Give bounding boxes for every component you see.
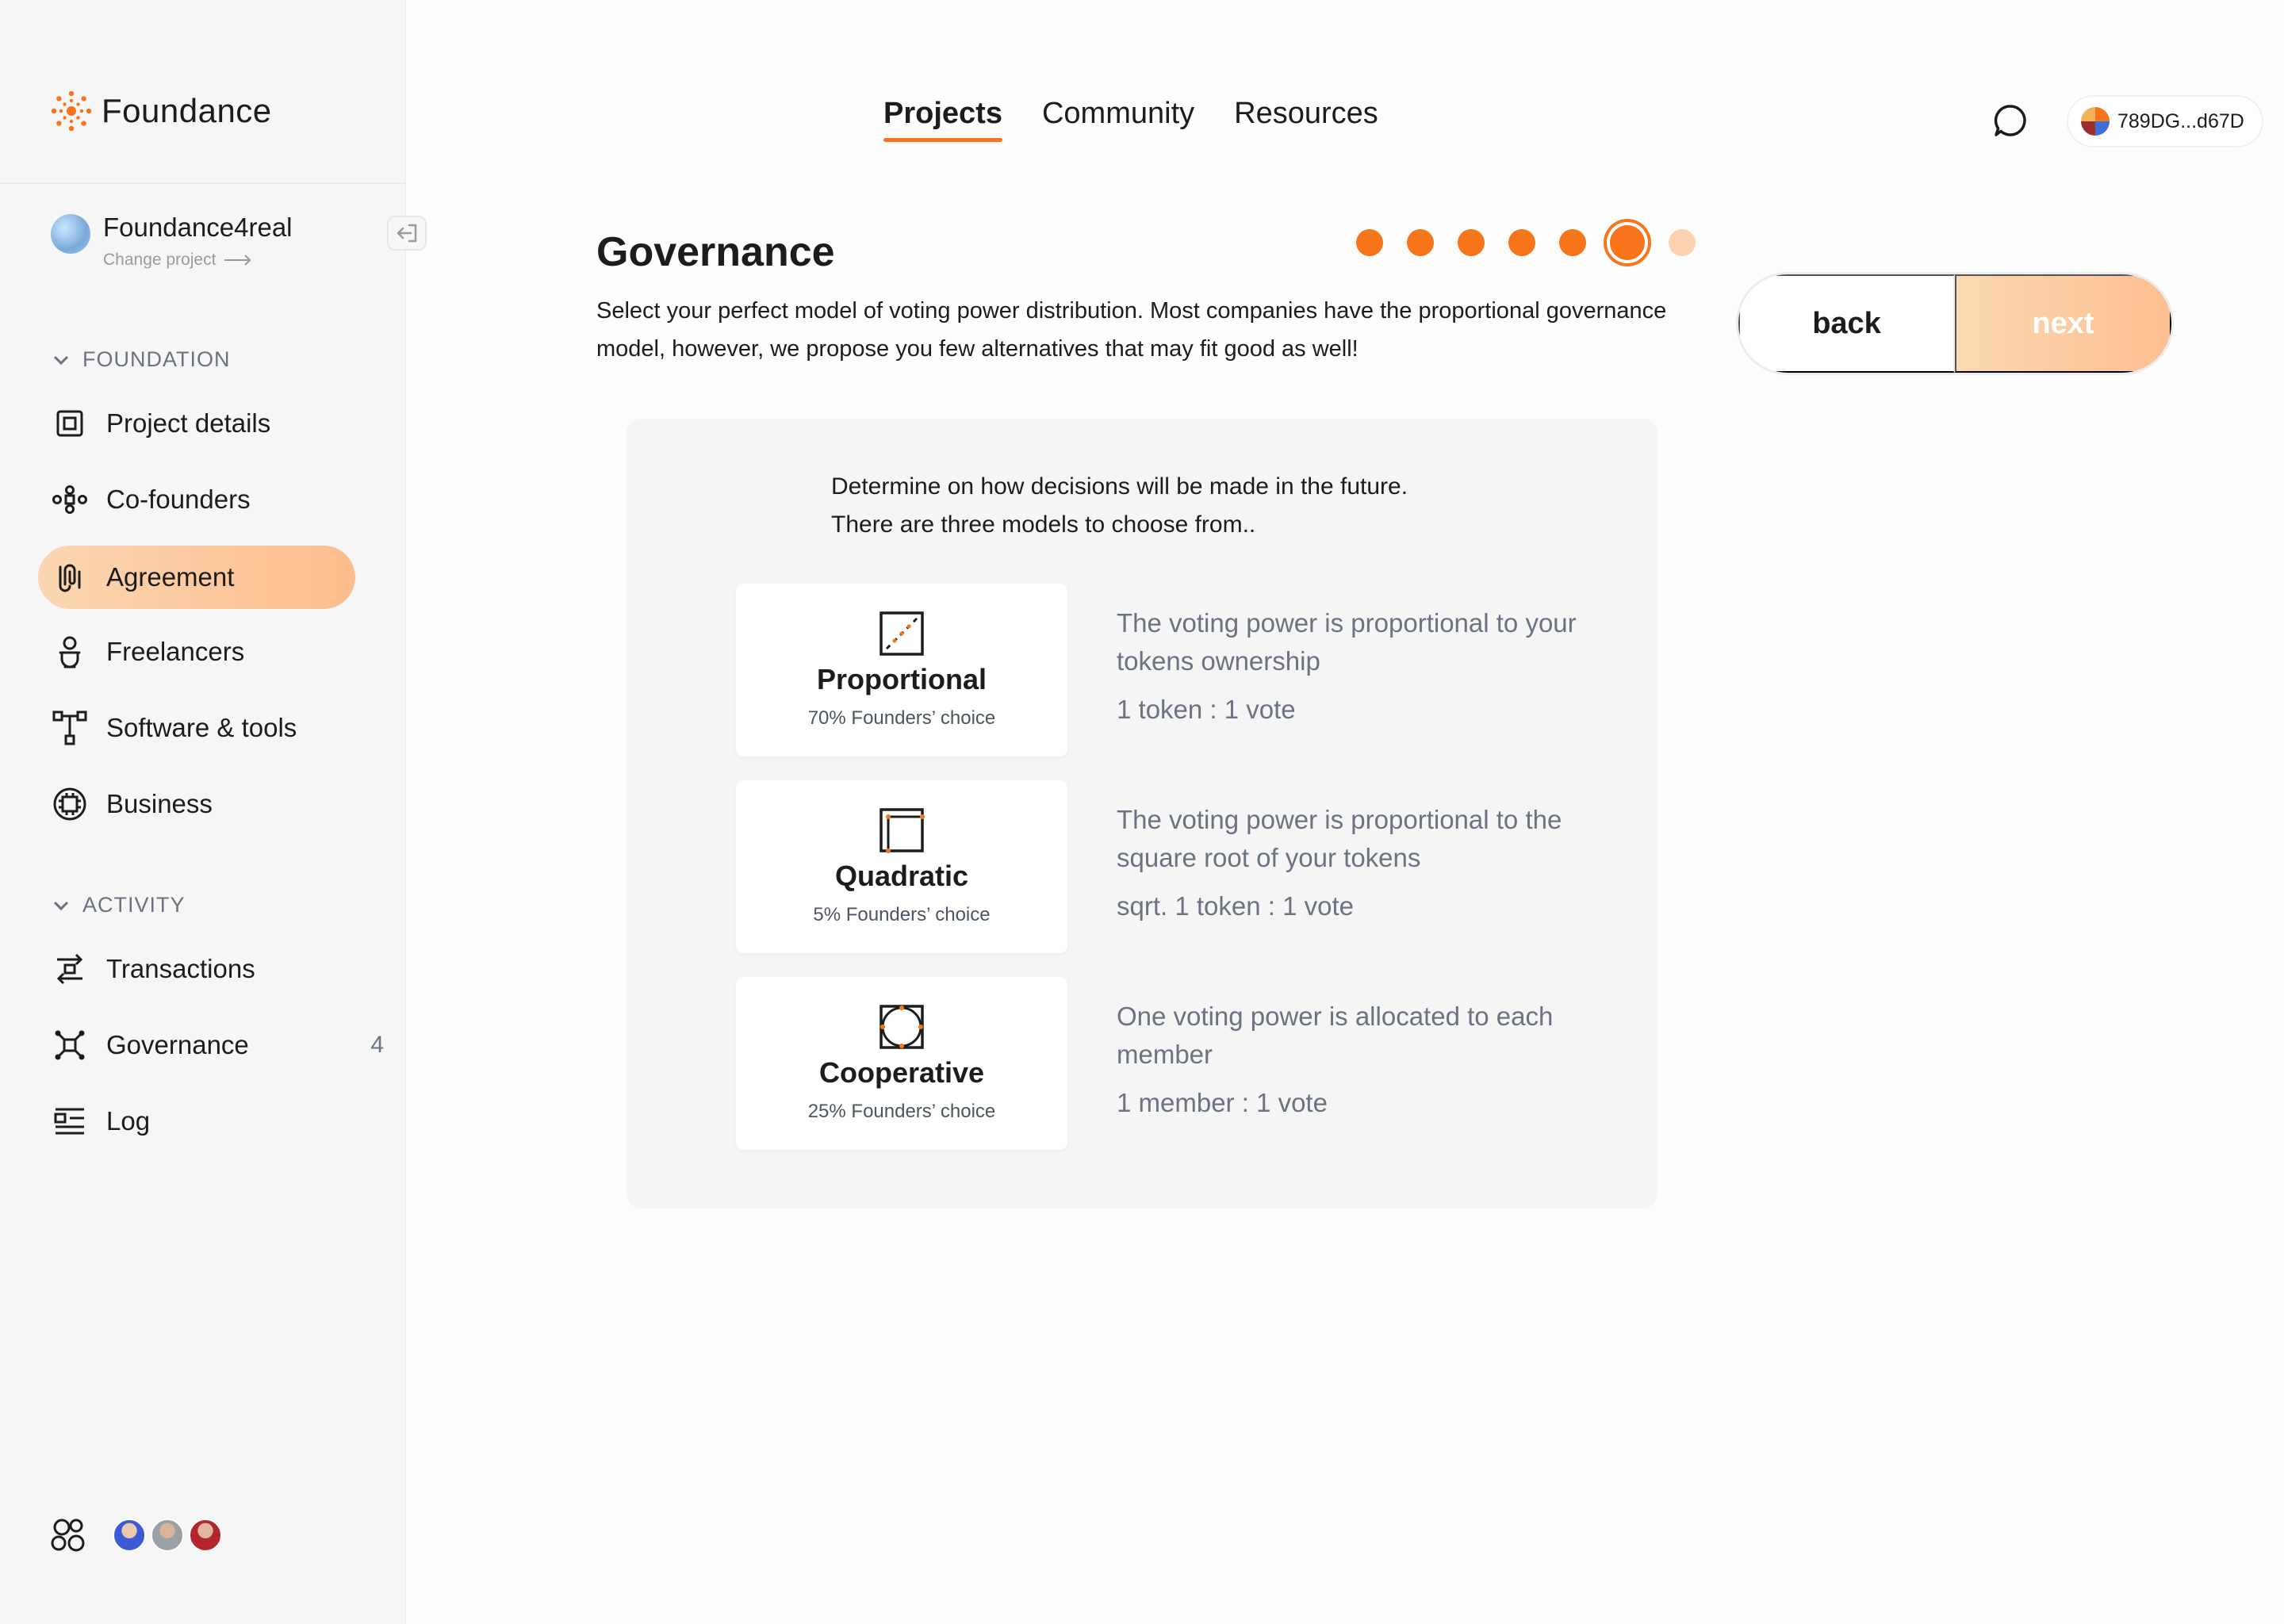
foundance-logo-icon <box>51 90 92 132</box>
back-button[interactable]: back <box>1738 274 1955 373</box>
option-title: Proportional <box>817 663 987 695</box>
freelancers-icon <box>52 634 87 669</box>
team-avatars[interactable] <box>113 1519 222 1552</box>
wallet-avatar <box>2081 107 2110 136</box>
sidebar-item-project-details[interactable]: Project details <box>38 392 355 455</box>
sidebar-footer <box>49 1516 222 1554</box>
governance-model-panel: Determine on how decisions will be made … <box>627 419 1657 1208</box>
option-card-quadratic[interactable]: Quadratic 5% Founders’ choice <box>736 780 1067 953</box>
sidebar-item-label: Co-founders <box>106 485 251 514</box>
software-tools-icon <box>52 710 87 745</box>
transactions-icon <box>52 952 87 986</box>
cooperative-icon <box>879 1005 924 1049</box>
sidebar-item-label: Log <box>106 1106 151 1136</box>
log-icon <box>52 1104 87 1139</box>
wallet-address: 789DG...d67D <box>2117 109 2244 132</box>
option-ratio: 1 token : 1 vote <box>1117 695 1296 724</box>
proportional-icon <box>879 611 924 656</box>
option-title: Cooperative <box>818 1056 985 1089</box>
foundation-section-toggle[interactable]: FOUNDATION <box>52 347 231 372</box>
business-icon <box>52 787 87 822</box>
project-details-icon <box>52 406 87 441</box>
sidebar-item-governance[interactable]: Governance 4 <box>38 1013 384 1077</box>
option-description: The voting power is proportional to the … <box>1117 805 1562 872</box>
page-intro: Select your perfect model of voting powe… <box>596 298 1667 362</box>
avatar <box>151 1519 184 1552</box>
quadratic-icon <box>879 808 925 853</box>
sidebar-item-business[interactable]: Business <box>38 772 355 836</box>
app-name: Foundance <box>102 92 272 129</box>
sidebar-item-label: Freelancers <box>106 637 245 666</box>
option-subtitle: 25% Founders’ choice <box>807 1101 996 1122</box>
option-card-cooperative[interactable]: Cooperative 25% Founders’ choice <box>736 977 1067 1150</box>
option-description: One voting power is allocated to each me… <box>1117 1002 1554 1069</box>
chevron-down-icon <box>53 901 69 910</box>
option-card-proportional[interactable]: Proportional 70% Founders’ choice <box>736 584 1067 756</box>
sidebar-item-label: Transactions <box>106 954 255 983</box>
co-founders-icon <box>52 482 87 517</box>
nav-link-projects[interactable]: Projects <box>883 97 1002 142</box>
sidebar: Foundance Foundance4real Change project … <box>0 0 427 1624</box>
collapse-icon <box>397 224 417 243</box>
sidebar-item-label: Agreement <box>106 562 235 592</box>
sidebar-item-co-founders[interactable]: Co-founders <box>38 468 355 531</box>
sidebar-item-log[interactable]: Log <box>38 1090 355 1153</box>
sidebar-item-label: Governance <box>106 1030 249 1059</box>
governance-icon <box>52 1028 87 1063</box>
change-project-label: Change project <box>103 251 217 269</box>
arrow-right-icon <box>224 255 251 266</box>
activity-section-toggle[interactable]: ACTIVITY <box>52 893 186 917</box>
option-subtitle: 5% Founders’ choice <box>813 904 991 925</box>
nav-link-community[interactable]: Community <box>1042 97 1194 142</box>
sidebar-item-label: Project details <box>106 408 271 438</box>
step-dot-current[interactable] <box>1607 222 1648 263</box>
step-progress <box>1356 222 1696 263</box>
agreement-icon <box>52 560 87 595</box>
wallet-button[interactable]: 789DG...d67D <box>2068 97 2262 146</box>
sidebar-item-freelancers[interactable]: Freelancers <box>38 620 355 684</box>
sidebar-divider <box>0 182 406 184</box>
sidebar-item-transactions[interactable]: Transactions <box>38 937 355 1001</box>
foundation-section-label: FOUNDATION <box>82 347 231 371</box>
sidebar-item-label: Business <box>106 789 213 818</box>
sidebar-item-agreement[interactable]: Agreement <box>38 546 355 609</box>
step-dot-completed[interactable] <box>1508 229 1535 256</box>
option-description: The voting power is proportional to your… <box>1117 608 1577 676</box>
chevron-down-icon <box>53 355 69 365</box>
step-dot-completed[interactable] <box>1458 229 1485 256</box>
project-avatar <box>51 214 90 254</box>
panel-lead-text: Determine on how decisions will be made … <box>831 473 1408 538</box>
project-name: Foundance4real <box>103 213 293 242</box>
wizard-buttons: back next <box>1738 274 2171 373</box>
step-dot-completed[interactable] <box>1407 229 1434 256</box>
chat-icon[interactable] <box>1992 103 2029 140</box>
sidebar-item-software-tools[interactable]: Software & tools <box>38 696 355 760</box>
nav-link-resources[interactable]: Resources <box>1234 97 1378 142</box>
step-dot-completed[interactable] <box>1356 229 1383 256</box>
top-navigation: Projects Community Resources <box>883 97 1378 142</box>
avatar <box>113 1519 146 1552</box>
step-dot-pending[interactable] <box>1669 229 1696 256</box>
avatar <box>189 1519 222 1552</box>
collapse-sidebar-button[interactable] <box>387 216 427 251</box>
activity-section-label: ACTIVITY <box>82 893 186 917</box>
sidebar-item-label: Software & tools <box>106 713 297 742</box>
project-switcher[interactable]: Foundance4real Change project <box>51 213 293 270</box>
option-title: Quadratic <box>834 860 969 892</box>
app-logo[interactable]: Foundance <box>49 89 272 133</box>
governance-count-badge: 4 <box>370 1032 384 1058</box>
team-icon[interactable] <box>49 1516 89 1554</box>
option-ratio: 1 member : 1 vote <box>1117 1088 1328 1117</box>
change-project-link[interactable]: Change project <box>103 251 293 270</box>
next-button[interactable]: next <box>1955 274 2171 373</box>
step-dot-completed[interactable] <box>1559 229 1586 256</box>
option-subtitle: 70% Founders’ choice <box>807 707 996 729</box>
option-ratio: sqrt. 1 token : 1 vote <box>1117 891 1354 921</box>
page-title: Governance <box>596 229 835 275</box>
